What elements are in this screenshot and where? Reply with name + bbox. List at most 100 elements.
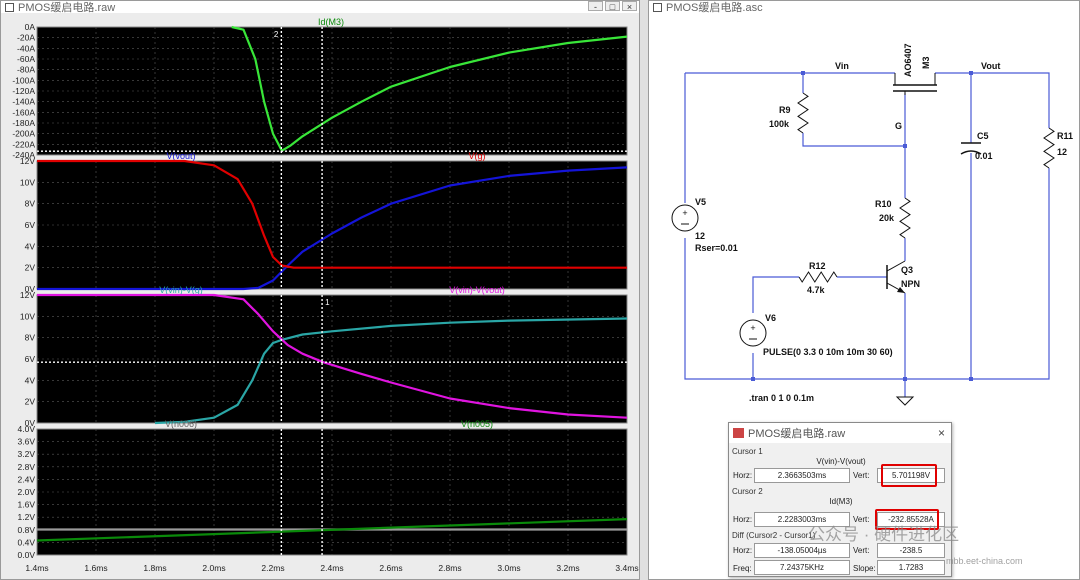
cursor-dialog-titlebar[interactable]: PMOS缓启电路.raw [729, 423, 951, 443]
minimize-button[interactable]: - [588, 1, 603, 12]
slope-label: Slope: [853, 564, 876, 573]
trace-label-3-0: V(n006) [165, 419, 197, 429]
freq-label: Freq: [733, 564, 752, 573]
r10-symbol [899, 197, 911, 239]
waveform-window-icon [5, 2, 14, 12]
waveform-titlebar[interactable]: PMOS缓启电路.raw [1, 1, 639, 13]
y-tick-label: 2V [25, 263, 36, 273]
r9-label: R9 [779, 105, 791, 115]
v6-label: V6 [765, 313, 776, 323]
y-tick-label: 3.6V [18, 437, 36, 447]
watermark-text: 公众号 · 硬件进化区 [808, 525, 960, 544]
y-tick-label: 4V [25, 241, 36, 251]
y-tick-label: 12V [20, 156, 35, 166]
diff-vert-field[interactable]: -238.5 [877, 543, 945, 558]
junction-dot [969, 377, 973, 381]
v6-value: PULSE(0 3.3 0 10m 10m 30 60) [763, 347, 893, 357]
schematic-window-icon [653, 2, 662, 12]
cursor-dialog-title: PMOS缓启电路.raw [748, 428, 846, 440]
q3-label: Q3 [901, 265, 913, 275]
y-tick-label: 6V [25, 354, 36, 364]
r9-symbol [797, 92, 809, 134]
wire [971, 168, 1050, 380]
v5-value: 12 [695, 231, 705, 241]
x-tick-label: 1.4ms [25, 563, 48, 573]
y-tick-label: -120A [12, 86, 35, 96]
diff-horz-field[interactable]: -138.05004µs [754, 543, 850, 558]
y-tick-label: -160A [12, 107, 35, 117]
junction-dot [903, 377, 907, 381]
v6-symbol-plus: + [750, 323, 755, 333]
freq-field[interactable]: 7.24375KHz [754, 560, 850, 575]
x-tick-label: 2.2ms [261, 563, 284, 573]
r10-label: R10 [875, 199, 892, 209]
trace-label-1-0: V(vout) [166, 151, 195, 161]
y-tick-label: -80A [17, 65, 35, 75]
y-tick-label: 3.2V [18, 449, 36, 459]
y-tick-label: 2.4V [18, 474, 36, 484]
v5-label: V5 [695, 197, 706, 207]
y-tick-label: -220A [12, 139, 35, 149]
schematic-window-title: PMOS缓启电路.asc [666, 2, 763, 13]
y-tick-label: 1.6V [18, 500, 36, 510]
r12-value: 4.7k [807, 285, 826, 295]
m3-name-label: M3 [921, 56, 931, 69]
y-tick-label: 2.0V [18, 487, 36, 497]
x-tick-label: 2.8ms [438, 563, 461, 573]
junction-dot [903, 144, 907, 148]
cursor1-horz-field[interactable]: 2.3663503ms [754, 468, 850, 483]
cursor2-group-label: Cursor 2 [732, 487, 763, 496]
y-tick-label: 6V [25, 220, 36, 230]
y-tick-label: 12V [20, 290, 35, 300]
y-tick-label: -40A [17, 43, 35, 53]
waveform-window-title: PMOS缓启电路.raw [18, 2, 116, 13]
waveform-window-buttons: - □ × [588, 1, 637, 12]
y-tick-label: 0.8V [18, 525, 36, 535]
y-tick-label: 10V [20, 311, 35, 321]
ground-symbol [895, 396, 915, 406]
watermark-subtext: mbb.eet-china.com [946, 556, 1023, 566]
cursor1-horz-label: Horz: [733, 471, 753, 480]
junction-dot [969, 71, 973, 75]
schematic-titlebar[interactable]: PMOS缓启电路.asc [649, 1, 1079, 13]
cursor1-vert-highlight [881, 464, 937, 487]
x-tick-label: 3.4ms [615, 563, 638, 573]
cursor2-tag: 2 [274, 30, 279, 39]
net-label-vout: Vout [981, 61, 1000, 71]
y-tick-label: 4V [25, 375, 36, 385]
waveform-window: PMOS缓启电路.raw - □ × Id(M3) 0A -20A -40A -60A -… [0, 0, 640, 580]
cursor1-group-label: Cursor 1 [732, 447, 763, 456]
cursor2-horz-label: Horz: [733, 515, 753, 524]
wire [935, 72, 1050, 128]
diff-vert-label: Vert: [853, 546, 870, 555]
close-button[interactable]: × [622, 1, 637, 12]
ltspice-icon [733, 428, 744, 438]
y-tick-label: 1.2V [18, 512, 36, 522]
maximize-button[interactable]: □ [605, 1, 620, 12]
c5-label: C5 [977, 131, 989, 141]
x-tick-label: 3.2ms [556, 563, 579, 573]
y-tick-label: 0.0V [18, 550, 36, 560]
y-tick-label: -20A [17, 33, 35, 43]
wire [752, 276, 799, 313]
x-tick-label: 1.6ms [84, 563, 107, 573]
trace-label-3-1: V(n005) [461, 419, 493, 429]
r11-symbol [1043, 127, 1055, 169]
r10-value: 20k [879, 213, 895, 223]
slope-field[interactable]: 1.7283 [877, 560, 945, 575]
diff-horz-label: Horz: [733, 546, 753, 555]
r9-value: 100k [769, 119, 790, 129]
q3-type: NPN [901, 279, 920, 289]
y-tick-label: 0A [25, 22, 36, 32]
x-tick-label: 2.4ms [320, 563, 343, 573]
x-tick-label: 1.8ms [143, 563, 166, 573]
cursor2-trace: Id(M3) [829, 497, 853, 506]
y-tick-label: -200A [12, 129, 35, 139]
r12-symbol [798, 271, 838, 283]
close-icon[interactable]: × [938, 426, 945, 440]
net-label-vin: Vin [835, 61, 849, 71]
window-divider [640, 0, 648, 580]
m3-part-label: AO6407 [903, 43, 913, 77]
waveform-plot-area[interactable]: Id(M3)0A-20A-40A-60A-80A-100A-120A-140A-… [1, 13, 639, 579]
x-tick-label: 2.6ms [379, 563, 402, 573]
